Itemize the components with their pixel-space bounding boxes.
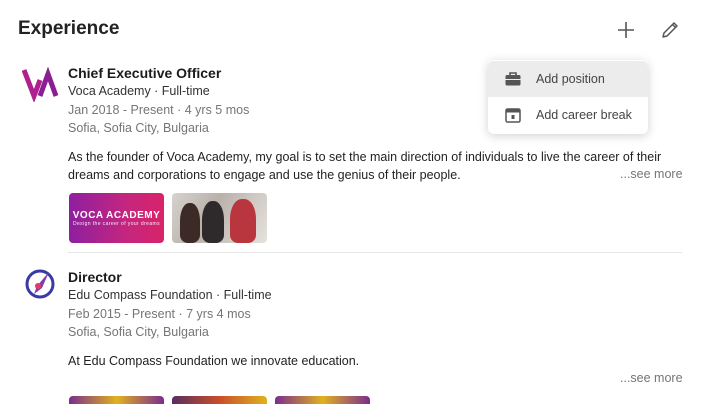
see-more-link[interactable]: ...see more — [620, 167, 683, 181]
experience-description: At Edu Compass Foundation we innovate ed… — [68, 354, 360, 368]
person-figure — [230, 199, 256, 243]
experience-entry-edu-compass: Director Edu Compass Foundation · Full-t… — [18, 266, 702, 396]
menu-item-add-career-break[interactable]: Add career break — [488, 97, 648, 133]
media-thumbnail-voca[interactable]: VOCA ACADEMY Design the career of your d… — [69, 193, 164, 243]
section-title: Experience — [18, 18, 120, 39]
media-thumbnail-photo[interactable] — [172, 193, 267, 243]
see-more-link[interactable]: ...see more — [620, 371, 683, 385]
section-header: Experience — [18, 18, 702, 46]
edit-experience-button[interactable] — [656, 16, 684, 44]
calendar-icon — [505, 108, 521, 123]
media-logo-text: VOCA ACADEMY — [72, 209, 161, 221]
plus-icon — [618, 22, 634, 38]
person-figure — [180, 203, 200, 243]
menu-item-label: Add career break — [536, 108, 632, 122]
menu-item-add-position[interactable]: Add position — [488, 61, 648, 97]
role-title[interactable]: Chief Executive Officer — [68, 64, 249, 82]
media-tagline: Design the career of your dreams — [72, 220, 160, 227]
location: Sofia, Sofia City, Bulgaria — [68, 325, 209, 339]
media-thumbnail-edu-1[interactable] — [69, 396, 164, 404]
briefcase-icon — [505, 72, 521, 86]
edu-compass-logo — [25, 269, 55, 299]
location: Sofia, Sofia City, Bulgaria — [68, 121, 209, 135]
media-thumbnail-edu-3[interactable] — [275, 396, 370, 404]
company-name: Voca Academy · Full-time — [68, 84, 210, 98]
pencil-icon — [662, 22, 678, 38]
experience-info: Director Edu Compass Foundation · Full-t… — [68, 268, 272, 341]
menu-item-label: Add position — [536, 72, 605, 86]
experience-info: Chief Executive Officer Voca Academy · F… — [68, 64, 249, 137]
date-range: Feb 2015 - Present · 7 yrs 4 mos — [68, 307, 251, 321]
voca-academy-logo — [22, 66, 58, 102]
role-title[interactable]: Director — [68, 268, 272, 286]
entry-divider — [68, 252, 682, 253]
add-experience-button[interactable] — [612, 16, 640, 44]
person-figure — [202, 201, 224, 243]
add-dropdown-menu: Add position Add career break — [488, 60, 648, 134]
date-range: Jan 2018 - Present · 4 yrs 5 mos — [68, 103, 250, 117]
company-name: Edu Compass Foundation · Full-time — [68, 288, 272, 302]
media-thumbnail-edu-2[interactable] — [172, 396, 267, 404]
experience-description: As the founder of Voca Academy, my goal … — [68, 150, 662, 182]
